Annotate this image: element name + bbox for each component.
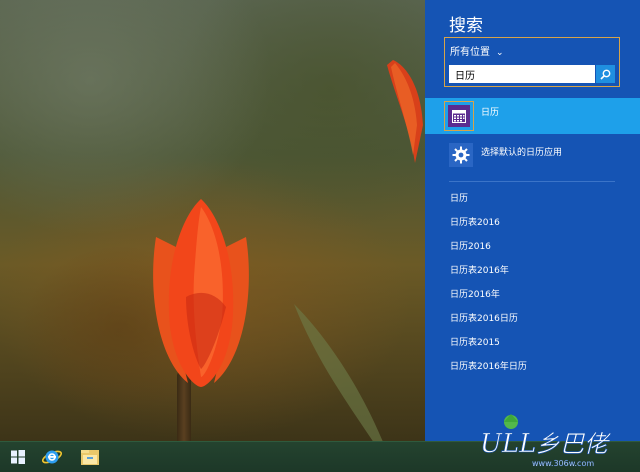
desktop-wallpaper (0, 0, 425, 441)
calendar-tile (448, 105, 470, 127)
search-charm-panel: 搜索 所有位置 ⌄ 日历 日历 选择默认的日历应用 日历 日历表2016 日历2… (425, 0, 640, 441)
site-watermark-logo: ULL 乡巴佬 www.306w.com (480, 414, 612, 468)
calendar-icon (452, 109, 466, 123)
search-result-calendar-app[interactable]: 日历 (425, 98, 640, 134)
svg-text:乡巴佬: 乡巴佬 (536, 430, 612, 458)
search-suggestion[interactable]: 日历2016 (450, 237, 527, 261)
chevron-down-icon: ⌄ (496, 48, 504, 58)
search-suggestion[interactable]: 日历表2016年日历 (450, 357, 527, 381)
panel-title: 搜索 (449, 16, 483, 36)
search-suggestion[interactable]: 日历表2016年 (450, 261, 527, 285)
search-suggestion[interactable]: 日历2016年 (450, 285, 527, 309)
internet-explorer-icon (41, 450, 63, 464)
leaf-image (294, 304, 383, 441)
search-suggestion[interactable]: 日历表2015 (450, 333, 527, 357)
search-button[interactable] (596, 65, 615, 83)
search-suggestions-list: 日历 日历表2016 日历2016 日历表2016年 日历2016年 日历表20… (450, 189, 527, 381)
search-suggestion[interactable]: 日历表2016日历 (450, 309, 527, 333)
tulip-bud-image (387, 60, 423, 163)
search-icon (600, 69, 611, 80)
gear-icon (452, 146, 470, 164)
search-box-group: 所有位置 ⌄ (444, 37, 620, 87)
search-suggestion[interactable]: 日历 (450, 189, 527, 213)
search-scope-dropdown[interactable]: 所有位置 ⌄ (450, 43, 504, 58)
search-suggestion[interactable]: 日历表2016 (450, 213, 527, 237)
calendar-app-label: 日历 (481, 108, 500, 118)
results-divider (449, 181, 615, 182)
windows-logo-icon (11, 450, 25, 464)
settings-tile (449, 143, 473, 167)
result-highlight-frame (444, 101, 474, 131)
internet-explorer-taskbar-button[interactable] (34, 442, 70, 472)
start-button[interactable] (0, 442, 36, 472)
search-result-default-calendar-setting[interactable]: 选择默认的日历应用 (425, 140, 640, 170)
svg-text:www.306w.com: www.306w.com (532, 459, 594, 468)
tulip-flower-image (153, 199, 249, 387)
search-input[interactable] (449, 65, 595, 83)
svg-text:ULL: ULL (480, 429, 536, 459)
file-explorer-taskbar-button[interactable] (72, 442, 108, 472)
default-calendar-setting-label: 选择默认的日历应用 (481, 148, 563, 158)
search-scope-label: 所有位置 (450, 47, 490, 58)
file-explorer-icon (81, 450, 99, 465)
